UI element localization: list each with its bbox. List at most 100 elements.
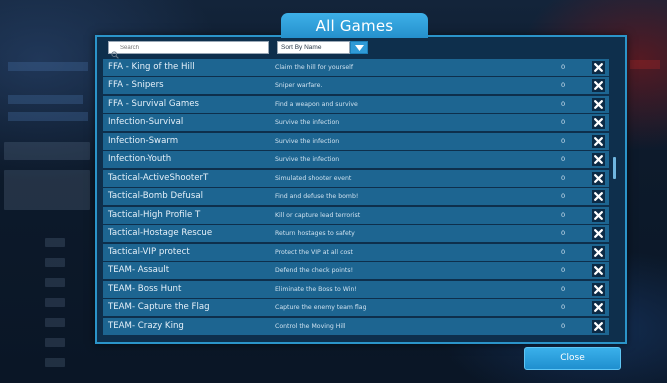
sort-selected-value[interactable]: Sort By Name <box>277 41 350 54</box>
game-row[interactable]: TEAM- Boss Hunt Eliminate the Boss to Win… <box>103 280 609 298</box>
background-bar <box>630 60 660 69</box>
player-count: 0 <box>561 118 566 126</box>
player-count: 0 <box>561 247 566 256</box>
player-count: 0 <box>561 210 566 219</box>
game-row[interactable]: Tactical-Hostage Rescue Return hostages t… <box>103 225 609 242</box>
game-row[interactable]: Tactical-High Profile T Kill or capture l… <box>103 206 609 224</box>
delete-game-button[interactable] <box>592 190 605 203</box>
game-row[interactable]: Tactical-VIP protect Protect the VIP at a… <box>103 243 609 261</box>
game-description: Protect the VIP at all cost <box>275 248 353 256</box>
search-field[interactable] <box>108 41 269 59</box>
background-bar <box>8 95 83 104</box>
player-count: 0 <box>561 62 566 71</box>
game-description: Return hostages to safety <box>275 230 355 237</box>
game-description: Simulated shooter event <box>275 174 352 182</box>
close-icon <box>594 247 603 257</box>
close-icon <box>594 266 603 275</box>
game-name: Infection-Survival <box>108 117 184 127</box>
game-name: Infection-Swarm <box>108 135 179 146</box>
delete-game-button[interactable] <box>592 116 605 129</box>
delete-game-button[interactable] <box>592 319 605 333</box>
background-bar <box>45 338 65 347</box>
delete-game-button[interactable] <box>592 79 605 92</box>
dialog-title: All Games <box>281 13 428 38</box>
game-name: TEAM- Capture the Flag <box>108 302 210 312</box>
chevron-down-icon <box>354 44 364 51</box>
close-icon <box>594 155 603 164</box>
game-description: Survive the infection <box>275 119 340 126</box>
close-icon <box>594 229 603 238</box>
player-count: 0 <box>561 173 566 182</box>
search-input[interactable] <box>120 42 260 53</box>
scrollbar-thumb[interactable] <box>613 157 616 179</box>
game-row[interactable]: Tactical-ActiveShooterT Simulated shooter… <box>103 169 609 187</box>
game-name: FFA - Survival Games <box>108 98 199 109</box>
delete-game-button[interactable] <box>592 153 605 166</box>
game-description: Eliminate the Boss to Win! <box>275 285 357 293</box>
delete-game-button[interactable] <box>592 60 605 74</box>
close-icon <box>594 81 603 90</box>
delete-game-button[interactable] <box>592 227 605 240</box>
delete-game-button[interactable] <box>592 245 605 259</box>
player-count: 0 <box>561 99 566 108</box>
game-description: Find and defuse the bomb! <box>275 193 359 200</box>
delete-game-button[interactable] <box>592 97 605 111</box>
game-row[interactable]: FFA - Snipers Sniper warfare. 0 <box>103 77 609 94</box>
game-description: Survive the infection <box>275 137 340 145</box>
game-row[interactable]: Infection-Swarm Survive the infection 0 <box>103 132 609 150</box>
game-description: Kill or capture lead terrorist <box>275 211 361 219</box>
game-name: TEAM- Crazy King <box>108 320 184 331</box>
close-icon <box>594 284 603 294</box>
background-bar <box>45 238 65 247</box>
delete-game-button[interactable] <box>592 208 605 222</box>
delete-game-button[interactable] <box>592 282 605 296</box>
player-count: 0 <box>561 192 566 200</box>
close-icon <box>594 173 603 183</box>
background-bar <box>45 358 65 367</box>
background-bar <box>4 142 90 160</box>
close-icon <box>594 210 603 220</box>
game-description: Find a weapon and survive <box>275 100 358 108</box>
delete-game-button[interactable] <box>592 171 605 185</box>
game-row[interactable]: Infection-Youth Survive the infection 0 <box>103 151 609 168</box>
background-bar <box>45 258 65 267</box>
game-row[interactable]: Tactical-Bomb Defusal Find and defuse the… <box>103 188 609 205</box>
game-row[interactable]: TEAM- Capture the Flag Capture the enemy … <box>103 299 609 316</box>
game-name: Tactical-ActiveShooterT <box>108 172 209 183</box>
delete-game-button[interactable] <box>592 301 605 314</box>
close-icon <box>594 136 603 146</box>
game-description: Claim the hill for yourself <box>275 63 354 71</box>
game-description: Capture the enemy team flag <box>275 304 367 311</box>
player-count: 0 <box>561 303 566 311</box>
game-name: FFA - King of the Hill <box>108 61 195 72</box>
close-button[interactable]: Close <box>524 347 621 370</box>
delete-game-button[interactable] <box>592 264 605 277</box>
game-description: Sniper warfare. <box>275 82 323 89</box>
player-count: 0 <box>561 81 566 89</box>
game-row[interactable]: TEAM- Crazy King Control the Moving Hill 0 <box>103 317 609 335</box>
close-icon <box>594 321 603 331</box>
player-count: 0 <box>561 229 566 237</box>
game-row[interactable]: TEAM- Assault Defend the check points! 0 <box>103 262 609 279</box>
search-icon <box>111 44 119 59</box>
game-description: Control the Moving Hill <box>275 322 346 330</box>
sort-dropdown-button[interactable] <box>350 41 368 54</box>
close-icon <box>594 118 603 127</box>
background-bar <box>45 298 65 307</box>
games-list: FFA - King of the Hill Claim the hill for… <box>103 58 609 340</box>
scrollbar-track[interactable] <box>613 58 617 340</box>
close-icon <box>594 62 603 72</box>
close-icon <box>594 192 603 201</box>
game-name: Infection-Youth <box>108 154 172 164</box>
player-count: 0 <box>561 155 566 163</box>
delete-game-button[interactable] <box>592 134 605 148</box>
sort-dropdown[interactable]: Sort By Name <box>277 41 368 54</box>
game-name: TEAM- Boss Hunt <box>108 283 182 294</box>
game-name: TEAM- Assault <box>108 265 170 275</box>
game-row[interactable]: FFA - Survival Games Find a weapon and su… <box>103 95 609 113</box>
game-row[interactable]: FFA - King of the Hill Claim the hill for… <box>103 58 609 76</box>
player-count: 0 <box>561 284 566 293</box>
background-bar <box>45 278 65 287</box>
game-row[interactable]: Infection-Survival Survive the infection 0 <box>103 114 609 131</box>
game-name: Tactical-VIP protect <box>108 246 190 257</box>
